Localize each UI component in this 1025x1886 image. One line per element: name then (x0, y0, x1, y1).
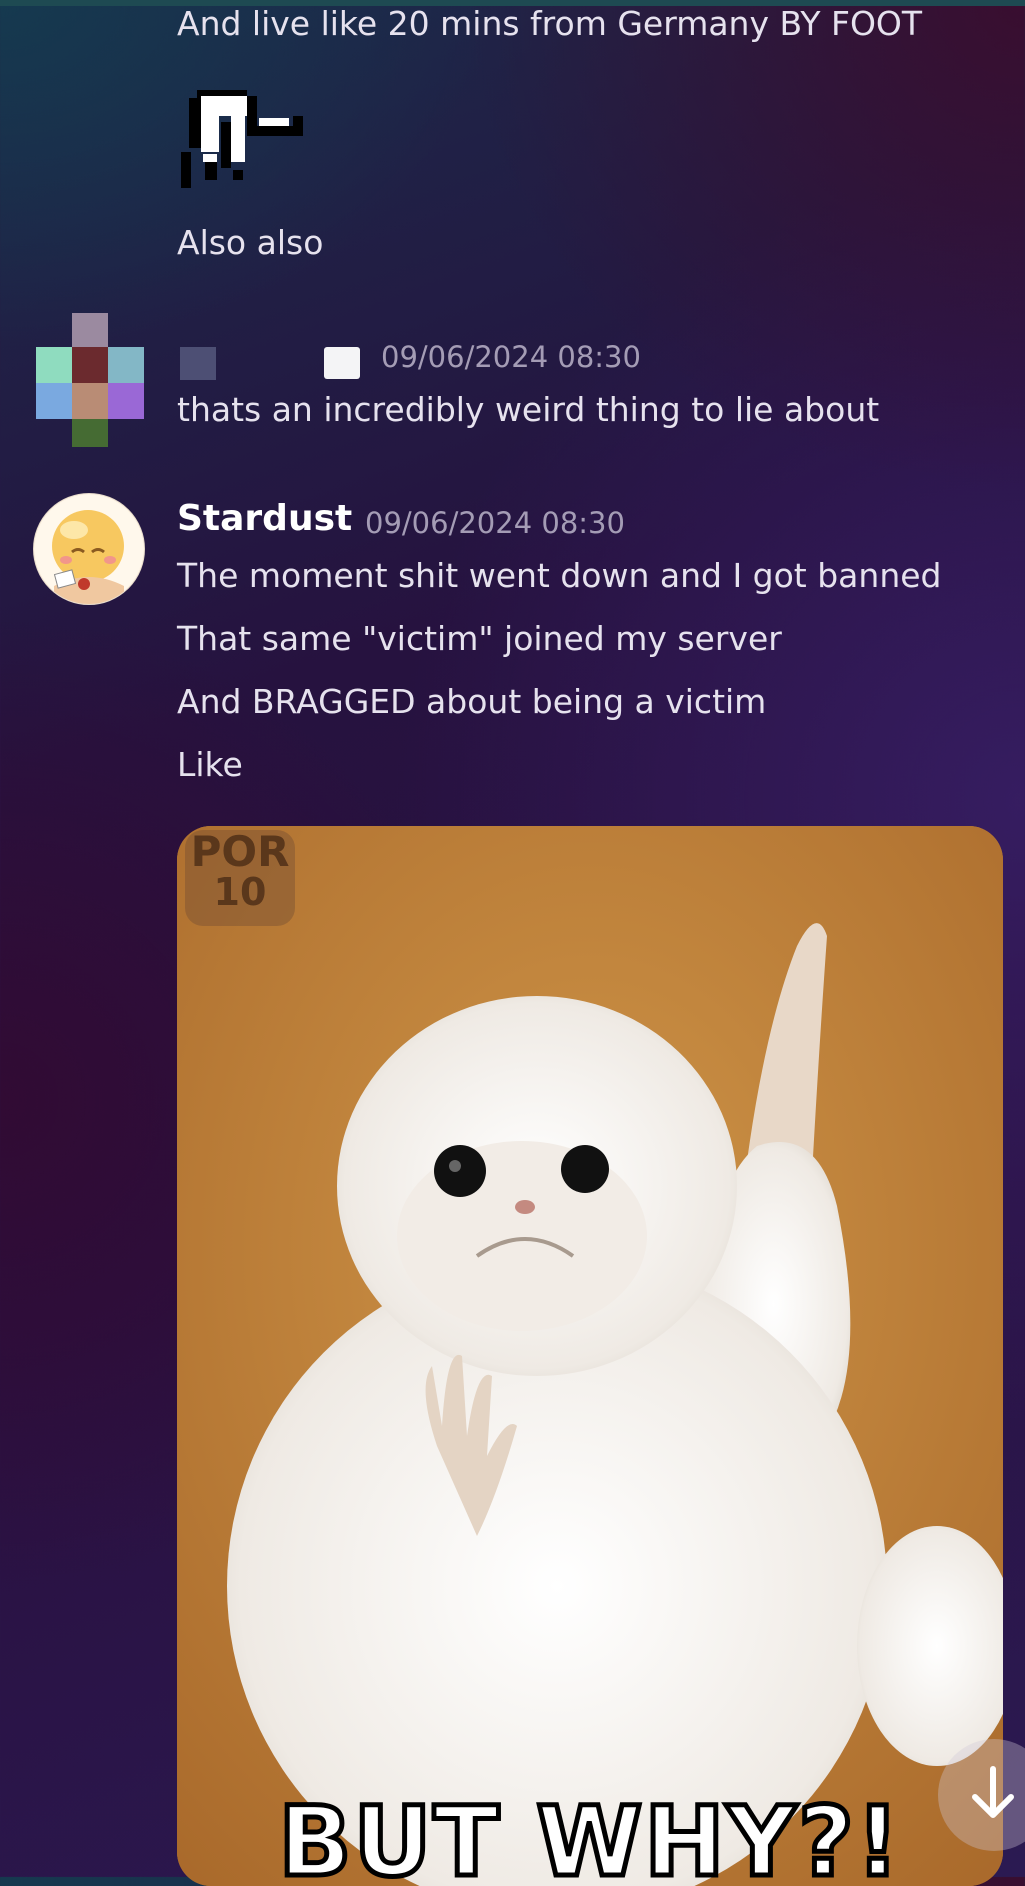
message-line: Also also (177, 223, 324, 262)
avatar-art (35, 495, 143, 604)
watermark-text: POR 10 (185, 827, 295, 914)
scroll-to-bottom-button[interactable] (938, 1739, 1025, 1851)
message-timestamp: 09/06/2024 08:30 (381, 340, 641, 374)
arrow-down-icon (972, 1766, 1014, 1818)
message-line: That same "victim" joined my server (177, 619, 782, 658)
message-line: Like (177, 745, 243, 784)
user-avatar[interactable] (34, 313, 146, 447)
redacted-username[interactable] (180, 347, 216, 380)
pixel-sticker-icon (181, 90, 303, 188)
message-line: thats an incredibly weird thing to lie a… (177, 390, 880, 429)
watermark-line-1: POR (190, 827, 290, 876)
author-name[interactable]: Stardust (177, 498, 352, 539)
message-line: And BRAGGED about being a victim (177, 682, 767, 721)
meme-image (177, 826, 1003, 1886)
message-line: And live like 20 mins from Germany BY FO… (177, 4, 923, 43)
stardust-avatar[interactable] (33, 493, 145, 605)
message-timestamp: 09/06/2024 08:30 (365, 506, 625, 540)
message-line: The moment shit went down and I got bann… (177, 556, 942, 595)
watermark-line-2: 10 (213, 870, 267, 914)
redacted-role-badge (324, 347, 360, 379)
meme-caption: BUT WHY?! (276, 1784, 902, 1886)
image-attachment[interactable]: POR 10 BUT WHY?! (177, 826, 1003, 1886)
